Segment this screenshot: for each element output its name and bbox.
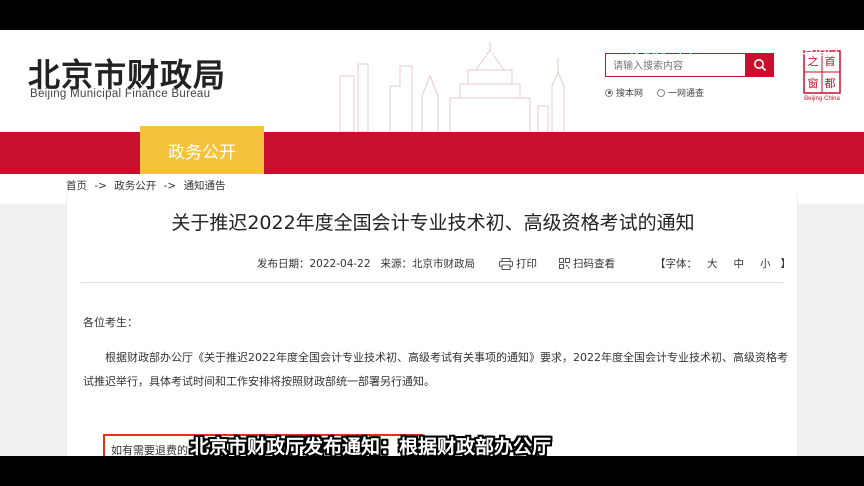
scope-site[interactable]: 搜本网 xyxy=(605,86,643,99)
breadcrumb-home[interactable]: 首页 xyxy=(66,180,87,192)
article-paragraph: 根据财政部办公厅《关于推迟2022年度全国会计专业技术初、高级考试有关事项的通知… xyxy=(83,351,788,388)
breadcrumb: 首页 -> 政务公开 -> 通知通告 xyxy=(66,178,226,193)
font-size-close: 】 xyxy=(780,258,792,270)
video-caption: 北京市财政厅发布通知：根据财政部办公厅 xyxy=(190,436,552,456)
article-title: 关于推迟2022年度全国会计专业技术初、高级资格考试的通知 xyxy=(171,212,695,234)
letterbox-top xyxy=(0,0,864,30)
search-icon xyxy=(753,59,766,72)
search-button[interactable] xyxy=(745,53,774,77)
font-size-large[interactable]: 大 xyxy=(707,256,718,271)
nav-item-home[interactable]: 首页 xyxy=(26,30,60,72)
salutation: 各位考生： xyxy=(83,316,138,329)
nav-item-services[interactable]: 政务服务 xyxy=(318,30,386,72)
divider xyxy=(81,282,783,283)
badge-subtitle: Beijing·China xyxy=(804,96,840,102)
article: 关于推迟2022年度全国会计专业技术初、高级资格考试的通知 发布日期：2022-… xyxy=(66,194,798,456)
qr-view-button[interactable]: 扫码查看 xyxy=(559,256,615,271)
breadcrumb-notices[interactable]: 通知通告 xyxy=(184,180,226,192)
radio-selected-icon[interactable] xyxy=(605,88,613,97)
nav-item-topics[interactable]: 专题栏目 xyxy=(626,30,694,72)
search-scope: 搜本网 一网通查 xyxy=(605,86,704,99)
badge-char-4: 窗 xyxy=(808,76,819,90)
main-nav xyxy=(0,132,864,174)
article-source: 来源：北京市财政局 xyxy=(380,258,476,270)
nav-item-about[interactable]: 网站简介 xyxy=(780,30,848,72)
letterbox-bottom xyxy=(0,456,864,486)
nav-item-interaction[interactable]: 政民互动 xyxy=(472,30,540,72)
breadcrumb-gov-affairs[interactable]: 政务公开 xyxy=(114,180,156,192)
breadcrumb-separator: -> xyxy=(94,180,107,192)
font-size-medium[interactable]: 中 xyxy=(734,256,745,271)
radio-icon[interactable] xyxy=(657,88,666,97)
side-shade-right xyxy=(798,204,864,456)
site-header: 北京市财政局 Beijing Municipal Finance Bureau … xyxy=(0,30,864,132)
site-logo-en: Beijing Municipal Finance Bureau xyxy=(30,88,211,100)
scope-all[interactable]: 一网通查 xyxy=(657,86,704,99)
printer-icon xyxy=(499,257,514,270)
qr-code-icon xyxy=(559,258,571,269)
browser-page: 北京市财政局 Beijing Municipal Finance Bureau … xyxy=(0,30,864,456)
side-shade-left xyxy=(0,204,66,456)
article-meta: 发布日期：2022-04-22 来源：北京市财政局 打印 扫码查看 【字体： 大… xyxy=(257,256,791,271)
breadcrumb-separator: -> xyxy=(163,180,177,192)
font-size-label: 【字体： xyxy=(655,258,698,270)
font-size-small[interactable]: 小 xyxy=(760,256,771,271)
nav-item-gov-affairs[interactable]: 政务公开 xyxy=(140,132,264,174)
print-button[interactable]: 打印 xyxy=(499,256,537,271)
badge-char-3: 都 xyxy=(825,77,836,90)
publish-date: 发布日期：2022-04-22 xyxy=(257,258,371,270)
